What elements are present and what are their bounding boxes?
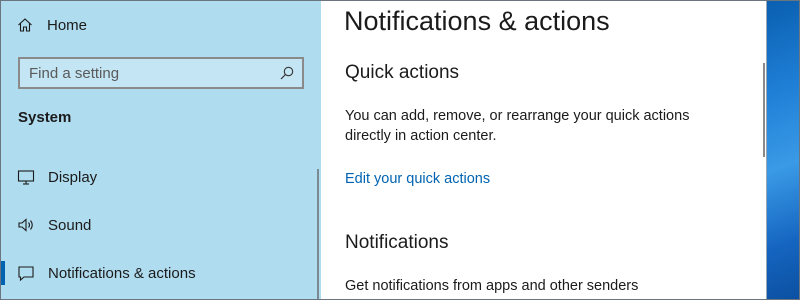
sidebar-item-display[interactable]: Display <box>1 157 321 197</box>
search-icon[interactable] <box>279 65 295 81</box>
speaker-icon <box>18 218 33 232</box>
sidebar-item-notifications[interactable]: Notifications & actions <box>1 253 321 293</box>
notifications-description: Get notifications from apps and other se… <box>345 278 639 294</box>
message-icon <box>18 266 34 282</box>
settings-window: Home System Display Sound <box>0 0 800 300</box>
main-content: Notifications & actions Quick actions Yo… <box>321 1 766 299</box>
sidebar-item-label: Notifications & actions <box>48 264 196 282</box>
sidebar: Home System Display Sound <box>1 1 321 299</box>
quick-actions-description: You can add, remove, or rearrange your q… <box>345 108 690 144</box>
edit-quick-actions-link[interactable]: Edit your quick actions <box>345 171 490 187</box>
section-title: System <box>18 109 72 126</box>
sidebar-item-label: Display <box>48 168 98 186</box>
desktop-wallpaper <box>766 1 799 299</box>
sidebar-scrollbar[interactable] <box>317 169 319 299</box>
sidebar-item-label: Sound <box>48 216 92 234</box>
home-label: Home <box>47 16 88 34</box>
home-nav-item[interactable]: Home <box>17 13 87 37</box>
sidebar-item-sound[interactable]: Sound <box>1 205 321 245</box>
search-input[interactable] <box>29 64 269 82</box>
search-box[interactable] <box>18 57 304 89</box>
home-icon <box>18 18 32 32</box>
page-title: Notifications & actions <box>344 6 610 36</box>
monitor-icon <box>17 170 35 185</box>
notifications-heading: Notifications <box>345 232 449 253</box>
quick-actions-heading: Quick actions <box>345 62 460 83</box>
main-scrollbar[interactable] <box>763 63 765 157</box>
